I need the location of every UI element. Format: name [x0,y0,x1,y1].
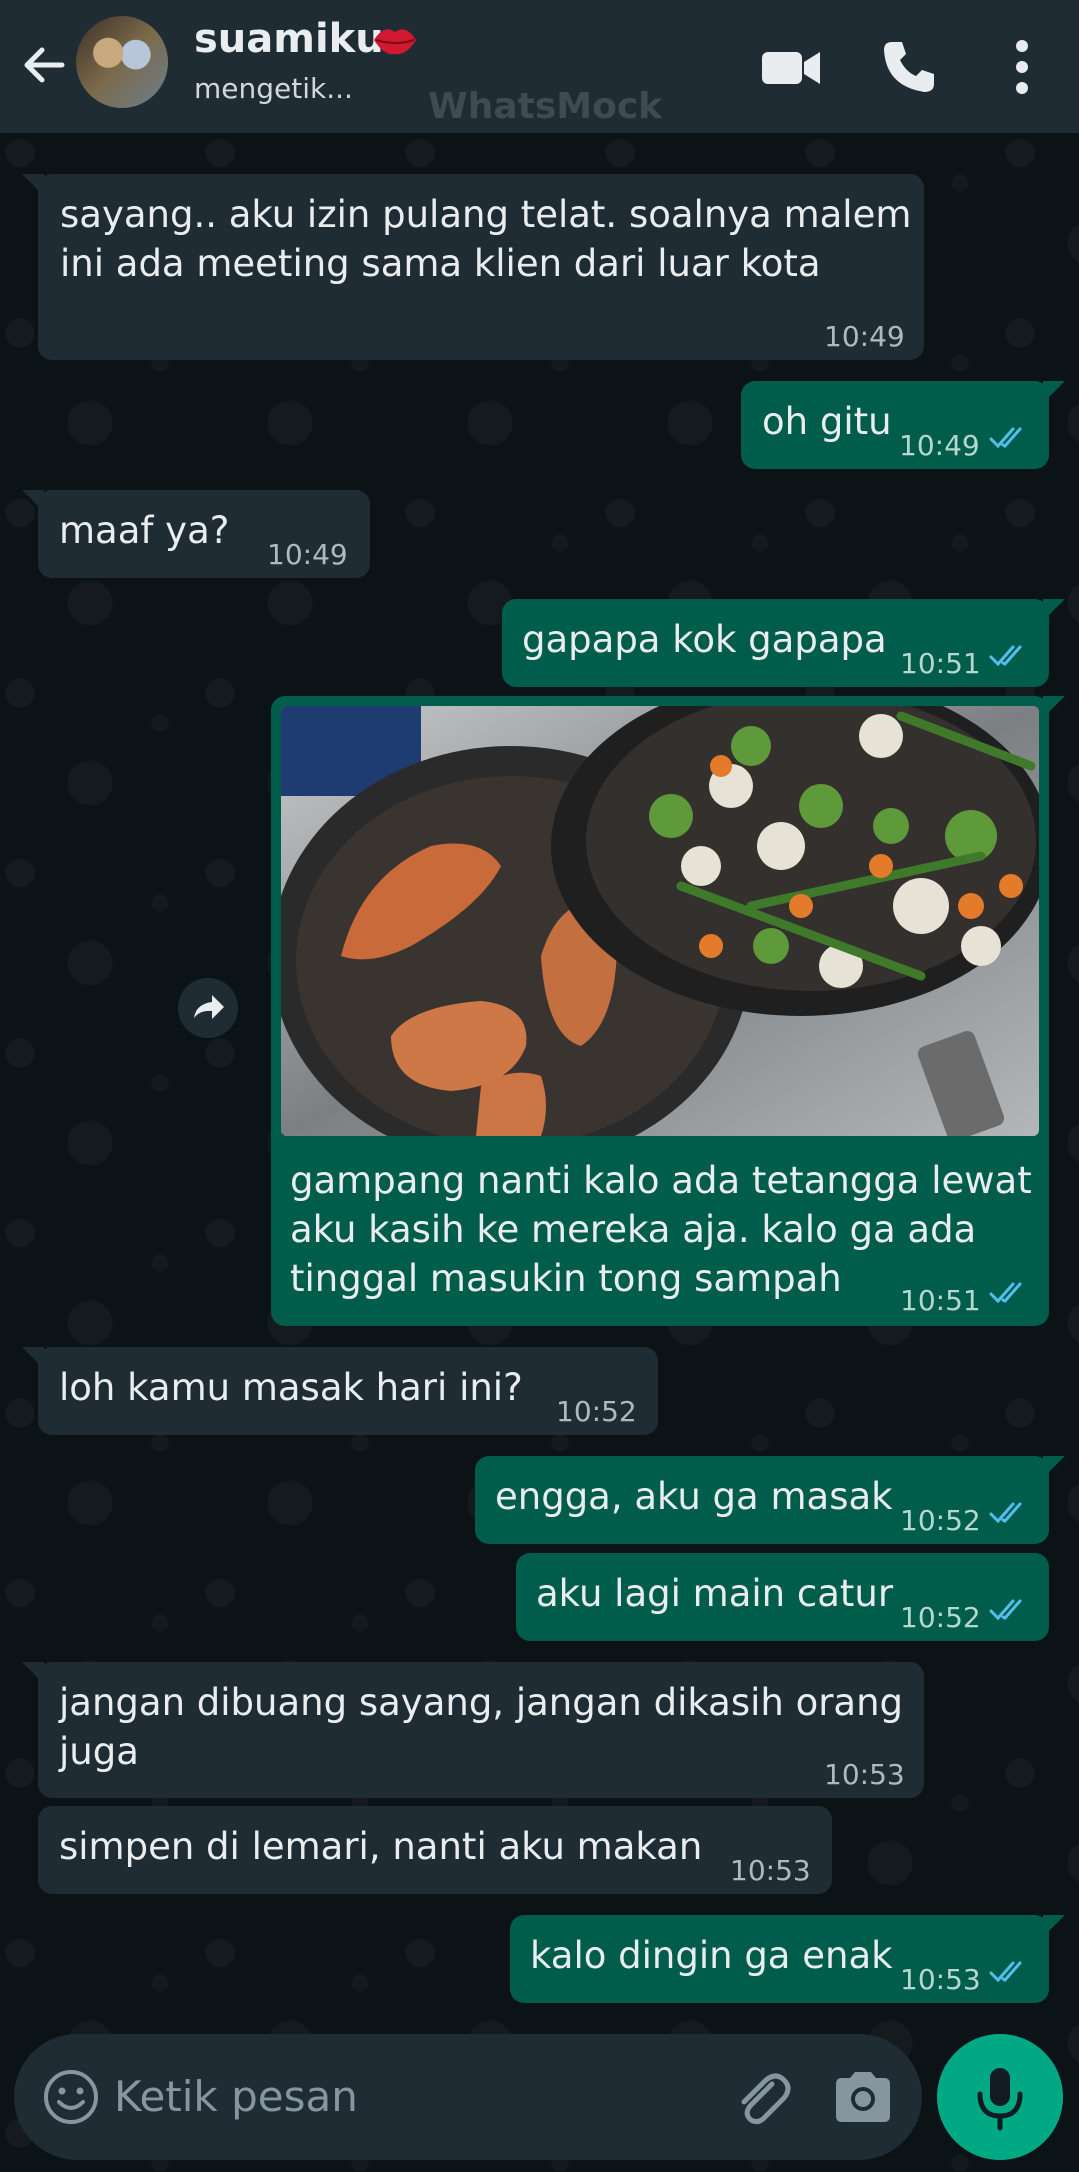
message-time: 10:49 [824,320,905,353]
watermark: WhatsMock [428,86,663,127]
message-text: maaf ya? [59,509,230,552]
message-time: 10:52 [556,1395,637,1428]
message-incoming[interactable]: jangan dibuang sayang, jangan dikasih or… [22,1662,924,1798]
attach-icon[interactable] [730,2066,794,2130]
avatar[interactable] [76,16,168,108]
message-outgoing[interactable]: aku lagi main catur 10:52 [516,1553,1049,1641]
video-call-icon[interactable] [758,34,824,100]
read-receipt-icon [989,645,1022,667]
message-time: 10:49 [899,429,980,462]
food-photo [281,706,1039,1136]
message-time: 10:53 [730,1854,811,1887]
message-text: sayang.. aku izin pulang telat. soalnya … [60,193,912,285]
message-text: loh kamu masak hari ini? [59,1366,523,1409]
message-time: 10:53 [900,1963,981,1996]
message-time: 10:53 [824,1758,905,1791]
message-input[interactable]: Ketik pesan [114,2072,358,2121]
message-text: jangan dibuang sayang, jangan dikasih or… [59,1681,904,1773]
read-receipt-icon [989,427,1022,449]
message-incoming[interactable]: sayang.. aku izin pulang telat. soalnya … [22,174,924,360]
read-receipt-icon [989,1502,1022,1524]
message-text: engga, aku ga masak [495,1475,893,1518]
contact-name[interactable]: suamiku [194,16,384,62]
read-receipt-icon [989,1282,1022,1304]
message-time: 10:49 [267,538,348,571]
message-outgoing-image[interactable]: gampang nanti kalo ada tetangga lewat ak… [271,696,1065,1326]
message-time: 10:52 [900,1601,981,1634]
read-receipt-icon [989,1961,1022,1983]
message-time: 10:51 [900,647,981,680]
message-text: simpen di lemari, nanti aku makan [59,1825,703,1868]
message-text: oh gitu [762,400,892,443]
message-incoming[interactable]: maaf ya? 10:49 [22,490,370,578]
message-outgoing[interactable]: oh gitu 10:49 [741,381,1065,469]
message-outgoing[interactable]: engga, aku ga masak 10:52 [475,1456,1065,1544]
message-text: gapapa kok gapapa [522,618,887,661]
message-outgoing[interactable]: kalo dingin ga enak 10:53 [510,1915,1065,2003]
back-arrow-icon[interactable] [18,40,68,90]
message-time: 10:51 [900,1284,981,1317]
message-incoming[interactable]: loh kamu masak hari ini? 10:52 [22,1347,658,1435]
message-text: kalo dingin ga enak [530,1934,893,1977]
message-time: 10:52 [900,1504,981,1537]
message-input-bar[interactable]: Ketik pesan [14,2034,922,2160]
lips-emoji-icon [374,29,416,55]
emoji-icon[interactable] [42,2068,100,2126]
voice-message-button[interactable] [937,2034,1063,2160]
message-photo[interactable] [281,706,1039,1136]
forward-icon[interactable] [178,978,238,1038]
message-text: aku lagi main catur [536,1572,894,1615]
message-outgoing[interactable]: gapapa kok gapapa 10:51 [502,599,1065,687]
read-receipt-icon [989,1599,1022,1621]
more-options-icon[interactable] [990,34,1054,100]
voice-call-icon[interactable] [876,34,942,100]
message-incoming[interactable]: simpen di lemari, nanti aku makan 10:53 [38,1806,832,1894]
camera-icon[interactable] [832,2068,894,2126]
contact-status: mengetik... [194,72,353,105]
chat-header: suamiku mengetik... WhatsMock [0,0,1079,133]
